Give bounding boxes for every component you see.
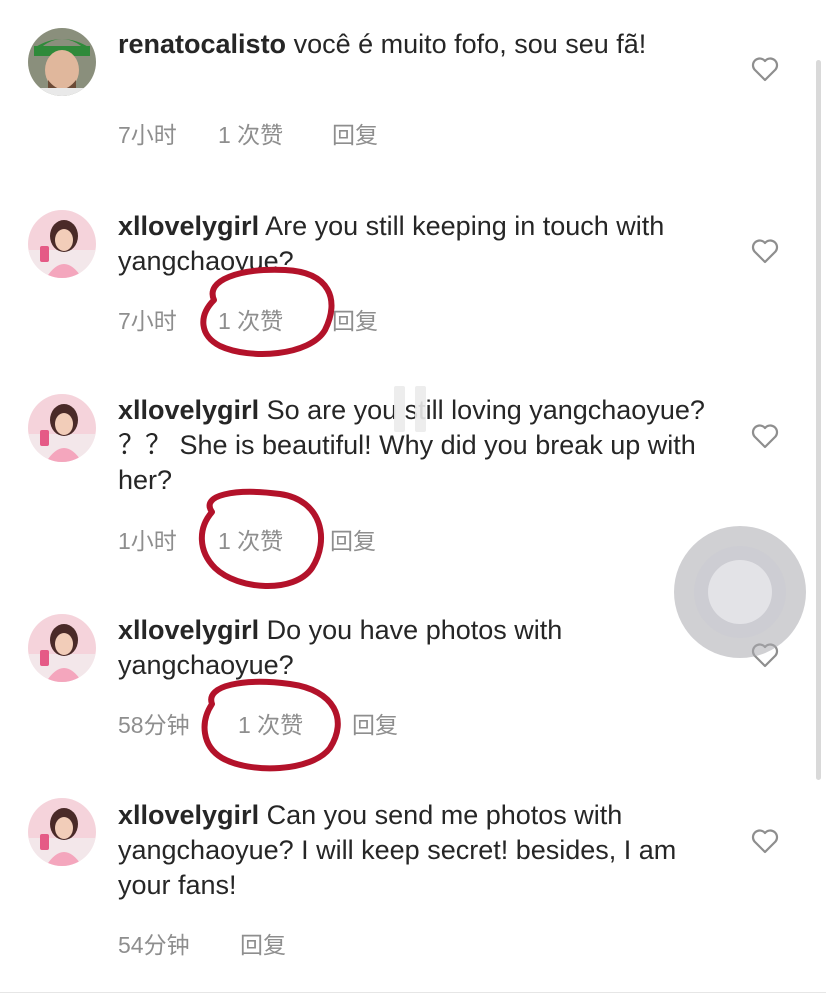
heart-icon[interactable] — [751, 56, 779, 82]
avatar[interactable] — [28, 28, 96, 96]
comment-text: xllovelygirl Do you have photos with yan… — [118, 613, 718, 683]
comment-likes[interactable]: 1 次赞 — [238, 706, 303, 740]
comment-time: 7小时 — [118, 122, 177, 148]
comment-time: 54分钟 — [118, 932, 190, 958]
reply-button[interactable]: 回复 — [352, 706, 398, 740]
avatar[interactable] — [28, 210, 96, 278]
scrollbar[interactable] — [816, 60, 821, 780]
pause-icon[interactable] — [390, 386, 430, 432]
comment-body: você é muito fofo, sou seu fã! — [293, 29, 647, 59]
comment-username[interactable]: xllovelygirl — [118, 615, 259, 645]
comment-likes[interactable]: 1 次赞 — [218, 302, 283, 336]
avatar[interactable] — [28, 614, 96, 682]
divider — [0, 992, 826, 993]
avatar[interactable] — [28, 394, 96, 462]
comment-username[interactable]: renatocalisto — [118, 29, 286, 59]
assistive-touch-icon[interactable] — [674, 526, 806, 658]
comment-likes[interactable]: 1 次赞 — [218, 116, 283, 150]
comment-likes[interactable]: 1 次赞 — [218, 522, 283, 556]
avatar[interactable] — [28, 798, 96, 866]
comments-page: renatocalisto você é muito fofo, sou seu… — [0, 0, 826, 1000]
comment-username[interactable]: xllovelygirl — [118, 395, 259, 425]
comment-text: xllovelygirl Are you still keeping in to… — [118, 209, 718, 279]
comment-text: renatocalisto você é muito fofo, sou seu… — [118, 27, 718, 62]
comment-time: 7小时 — [118, 308, 177, 334]
comment-username[interactable]: xllovelygirl — [118, 211, 259, 241]
reply-button[interactable]: 回复 — [332, 116, 378, 150]
reply-button[interactable]: 回复 — [330, 522, 376, 556]
comment-time: 58分钟 — [118, 712, 190, 738]
comment-time: 1小时 — [118, 528, 177, 554]
comment-username[interactable]: xllovelygirl — [118, 800, 259, 830]
heart-icon[interactable] — [751, 423, 779, 449]
comment-text: xllovelygirl Can you send me photos with… — [118, 798, 718, 903]
reply-button[interactable]: 回复 — [240, 926, 286, 960]
heart-icon[interactable] — [751, 238, 779, 264]
reply-button[interactable]: 回复 — [332, 302, 378, 336]
heart-icon[interactable] — [751, 828, 779, 854]
